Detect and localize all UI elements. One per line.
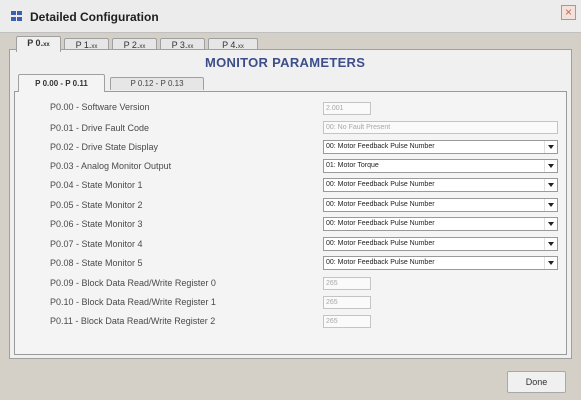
chevron-down-icon[interactable] [544, 238, 557, 250]
chevron-down-icon[interactable] [544, 218, 557, 230]
chevron-down-icon[interactable] [544, 257, 557, 269]
param-label-p005: P0.05 - State Monitor 2 [50, 200, 143, 210]
state-monitor-4-select[interactable]: 00: Motor Feedback Pulse Number [323, 237, 558, 251]
state-monitor-5-select[interactable]: 00: Motor Feedback Pulse Number [323, 256, 558, 270]
param-label-p002: P0.02 - Drive State Display [50, 142, 159, 152]
select-value: 01: Motor Torque [326, 162, 379, 169]
software-version-field: 2.001 [323, 102, 371, 115]
param-label-p007: P0.07 - State Monitor 4 [50, 239, 143, 249]
close-icon[interactable]: × [561, 5, 576, 20]
select-value: 00: Motor Feedback Pulse Number [326, 181, 435, 188]
select-value: 00: Motor Feedback Pulse Number [326, 240, 435, 247]
state-monitor-1-select[interactable]: 00: Motor Feedback Pulse Number [323, 178, 558, 192]
register-0-field: 265 [323, 277, 371, 290]
param-label-p011: P0.11 - Block Data Read/Write Register 2 [50, 316, 216, 326]
title-bar: Detailed Configuration × [0, 0, 581, 33]
state-monitor-2-select[interactable]: 00: Motor Feedback Pulse Number [323, 198, 558, 212]
register-2-field: 265 [323, 315, 371, 328]
tab-p000-p011[interactable]: P 0.00 - P 0.11 [18, 74, 105, 92]
param-label-p008: P0.08 - State Monitor 5 [50, 258, 143, 268]
param-label-p000: P0.00 - Software Version [50, 102, 150, 112]
chevron-down-icon[interactable] [544, 199, 557, 211]
param-label-p010: P0.10 - Block Data Read/Write Register 1 [50, 297, 216, 307]
done-button[interactable]: Done [507, 371, 566, 393]
param-label-p004: P0.04 - State Monitor 1 [50, 180, 143, 190]
state-monitor-3-select[interactable]: 00: Motor Feedback Pulse Number [323, 217, 558, 231]
drive-fault-code-field: 00: No Fault Present [323, 121, 558, 134]
section-heading: MONITOR PARAMETERS [205, 55, 366, 70]
select-value: 00: Motor Feedback Pulse Number [326, 143, 435, 150]
param-label-p006: P0.06 - State Monitor 3 [50, 219, 143, 229]
chevron-down-icon[interactable] [544, 141, 557, 153]
analog-monitor-output-select[interactable]: 01: Motor Torque [323, 159, 558, 173]
tab-p012-p013[interactable]: P 0.12 - P 0.13 [110, 77, 204, 90]
param-label-p009: P0.09 - Block Data Read/Write Register 0 [50, 278, 216, 288]
select-value: 00: Motor Feedback Pulse Number [326, 259, 435, 266]
param-label-p001: P0.01 - Drive Fault Code [50, 123, 150, 133]
select-value: 00: Motor Feedback Pulse Number [326, 220, 435, 227]
select-value: 00: Motor Feedback Pulse Number [326, 201, 435, 208]
chevron-down-icon[interactable] [544, 160, 557, 172]
window-title: Detailed Configuration [30, 10, 159, 24]
app-icon [11, 11, 23, 21]
param-label-p003: P0.03 - Analog Monitor Output [50, 161, 172, 171]
drive-state-display-select[interactable]: 00: Motor Feedback Pulse Number [323, 140, 558, 154]
tab-p0[interactable]: P 0.xx [16, 36, 61, 52]
register-1-field: 265 [323, 296, 371, 309]
chevron-down-icon[interactable] [544, 179, 557, 191]
